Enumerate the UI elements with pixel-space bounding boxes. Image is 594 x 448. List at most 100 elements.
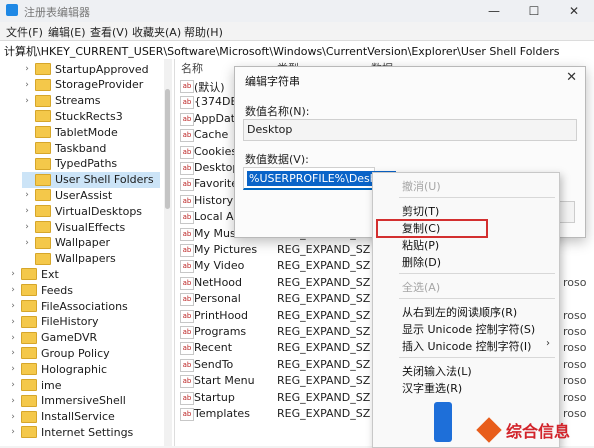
tree-item[interactable]: › Wallpaper: [22, 235, 160, 251]
tree-item-label: GameDVR: [41, 331, 98, 345]
string-value-icon: ab: [180, 162, 194, 175]
string-value-icon: ab: [180, 211, 194, 225]
tree-item[interactable]: › Streams: [22, 93, 160, 109]
address-path[interactable]: 计算机\HKEY_CURRENT_USER\Software\Microsoft…: [4, 43, 559, 59]
watermark: 综合信息: [474, 414, 594, 446]
expand-chevron-icon[interactable]: ›: [22, 96, 32, 106]
tree-scrollbar[interactable]: [164, 59, 172, 446]
expand-chevron-icon[interactable]: ›: [22, 190, 32, 200]
string-value-icon: ab: [180, 260, 194, 274]
folder-icon: [21, 410, 37, 423]
tree-item[interactable]: › VisualEffects: [22, 219, 160, 235]
menu-favorites[interactable]: 收藏夹(A): [132, 24, 181, 40]
folder-icon: [21, 300, 37, 312]
folder-icon: [21, 394, 37, 407]
maximize-button[interactable]: ☐: [514, 0, 554, 22]
expand-chevron-icon[interactable]: ›: [8, 269, 18, 279]
value-type: REG_EXPAND_SZ: [277, 407, 371, 420]
tree-item[interactable]: › FileHistory: [8, 314, 160, 330]
tree-item[interactable]: › Group Policy: [8, 345, 160, 361]
string-value-icon: ab: [180, 358, 194, 372]
value-data: roso: [563, 341, 587, 355]
expand-chevron-icon[interactable]: ›: [8, 427, 18, 437]
expand-chevron-icon[interactable]: ›: [22, 206, 32, 216]
tree-item[interactable]: Taskband: [22, 140, 160, 156]
tree-item[interactable]: › GameDVR: [8, 330, 160, 346]
folder-icon: [21, 379, 37, 391]
tree-item[interactable]: User Shell Folders: [22, 171, 160, 188]
string-value-icon: ab: [180, 408, 194, 421]
value-type: REG_EXPAND_SZ: [277, 374, 371, 388]
expand-chevron-icon[interactable]: ›: [22, 64, 32, 74]
tree-item[interactable]: › StartupApproved: [22, 61, 160, 77]
folder-icon: [35, 78, 51, 91]
tree-item-label: Ext: [41, 267, 59, 281]
tree-item[interactable]: › Holographic: [8, 361, 160, 377]
expand-chevron-icon[interactable]: ›: [22, 222, 32, 232]
tree-item[interactable]: › UserAssist: [22, 187, 160, 203]
menu-help[interactable]: 帮助(H): [184, 24, 223, 40]
expand-chevron-icon[interactable]: ›: [8, 317, 18, 327]
menu-edit[interactable]: 编辑(E): [48, 24, 86, 40]
menu-view[interactable]: 查看(V): [90, 24, 128, 40]
context-menu-item-label: 剪切(T): [402, 205, 440, 218]
menu-file[interactable]: 文件(F): [6, 24, 43, 40]
tree-item-label: VirtualDesktops: [55, 204, 143, 218]
context-menu-item: 撤消(U): [374, 177, 558, 193]
value-name-field[interactable]: Desktop: [243, 119, 577, 141]
value-name: Startup: [194, 390, 235, 404]
tree-item[interactable]: › Feeds: [8, 282, 160, 298]
minimize-button[interactable]: —: [474, 0, 514, 22]
context-menu-item[interactable]: 从右到左的阅读顺序(R): [374, 303, 558, 319]
tree-scroll-thumb[interactable]: [165, 89, 170, 209]
string-value-icon: ab: [180, 112, 194, 126]
expand-chevron-icon[interactable]: ›: [8, 412, 18, 422]
context-menu-item[interactable]: 剪切(T): [374, 202, 558, 218]
folder-icon: [21, 284, 37, 297]
context-menu-item-label: 撤消(U): [402, 180, 441, 193]
context-menu-item[interactable]: 删除(D): [374, 253, 558, 269]
tree-item-label: Group Policy: [41, 346, 110, 360]
folder-icon: [35, 94, 51, 107]
context-menu-item[interactable]: 粘贴(P): [374, 236, 558, 252]
expand-chevron-icon[interactable]: ›: [8, 364, 18, 374]
expand-chevron-icon[interactable]: ›: [8, 348, 18, 358]
expand-chevron-icon[interactable]: ›: [8, 301, 18, 311]
tree-item[interactable]: Wallpapers: [22, 251, 160, 267]
tree-item-label: User Shell Folders: [55, 173, 154, 187]
tree-item[interactable]: TabletMode: [22, 124, 160, 140]
menu-bar: 文件(F) 编辑(E) 查看(V) 收藏夹(A) 帮助(H): [0, 22, 594, 40]
column-header-name[interactable]: 名称: [181, 60, 203, 76]
value-data-field[interactable]: %USERPROFILE%\Desktop: [243, 167, 397, 190]
context-menu-item[interactable]: 显示 Unicode 控制字符(S): [374, 320, 558, 336]
tree-item[interactable]: › Ext: [8, 266, 160, 282]
tree-item[interactable]: › InstallService: [8, 409, 160, 425]
context-menu-item[interactable]: 复制(C): [374, 219, 558, 238]
expand-chevron-icon[interactable]: ›: [22, 238, 32, 248]
dialog-close-icon[interactable]: ✕: [566, 70, 577, 85]
tree-item[interactable]: › FileAssociations: [8, 298, 160, 314]
tree-item[interactable]: › StorageProvider: [22, 77, 160, 93]
value-data: roso: [563, 325, 587, 338]
context-menu-item[interactable]: 汉字重选(R): [374, 379, 558, 395]
context-menu-item[interactable]: 插入 Unicode 控制字符(I) ›: [374, 337, 558, 353]
tree-item[interactable]: › Internet Settings: [8, 424, 160, 440]
expand-chevron-icon[interactable]: ›: [8, 380, 18, 390]
tree-item[interactable]: › ImmersiveShell: [8, 393, 160, 409]
string-value-icon: ab: [180, 178, 194, 192]
expand-chevron-icon[interactable]: ›: [8, 285, 18, 295]
tree-item[interactable]: › VirtualDesktops: [22, 203, 160, 219]
expand-chevron-icon[interactable]: ›: [22, 80, 32, 90]
address-bar[interactable]: 计算机\HKEY_CURRENT_USER\Software\Microsoft…: [0, 40, 594, 60]
expand-chevron-icon[interactable]: ›: [8, 396, 18, 406]
expand-chevron-icon[interactable]: ›: [8, 333, 18, 343]
close-button[interactable]: ✕: [554, 0, 594, 22]
value-data: roso: [563, 390, 587, 404]
tree-item[interactable]: TypedPaths: [22, 156, 160, 172]
tree-item[interactable]: › ime: [8, 377, 160, 393]
folder-icon: [35, 63, 51, 75]
value-name: NetHood: [194, 275, 243, 289]
value-name: Start Menu: [194, 374, 255, 388]
context-menu-item[interactable]: 关闭输入法(L): [374, 362, 558, 378]
tree-item[interactable]: StuckRects3: [22, 108, 160, 124]
